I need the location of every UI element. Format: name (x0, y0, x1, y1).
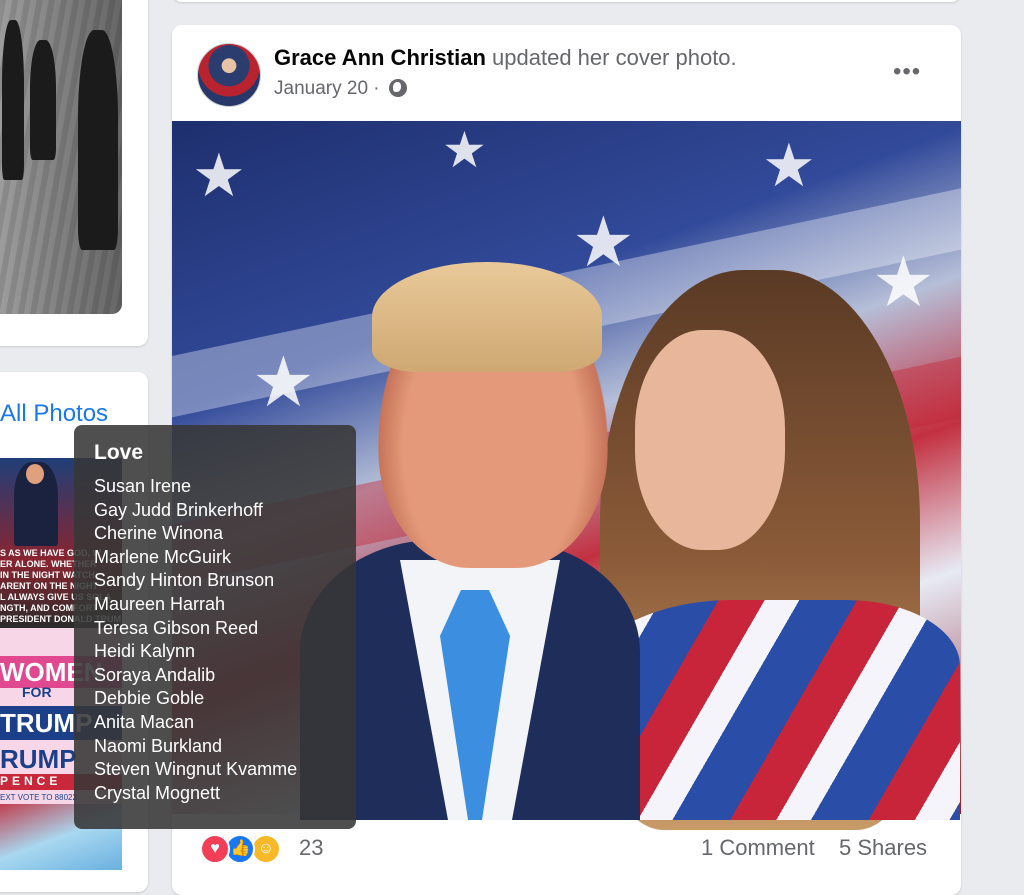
shares-count-link[interactable]: 5 Shares (839, 835, 927, 861)
thumb-trump2-text: RUMP (0, 744, 77, 774)
reactor-name: Soraya Andalib (94, 664, 216, 685)
reactor-name: Crystal Mognett (94, 782, 221, 803)
thumb-face (26, 464, 44, 484)
person-silhouette (30, 40, 56, 160)
reactions-tooltip: Love Susan Irene Gay Judd Brinkerhoff Ch… (74, 425, 356, 829)
flag-star: ★ (872, 243, 935, 321)
author-name-link[interactable]: Grace Ann Christian (274, 45, 486, 70)
reactor-name: Cherine Winona (94, 523, 224, 544)
reactor-name: Maureen Harrah (94, 593, 226, 614)
reactor-name: Teresa Gibson Reed (94, 617, 259, 638)
person-silhouette (78, 30, 118, 250)
post-date-link[interactable]: January 20 (274, 78, 368, 99)
person-silhouette (2, 20, 24, 180)
reactor-name: Susan Irene (94, 476, 192, 496)
comments-count-link[interactable]: 1 Comment (701, 835, 815, 861)
author-avatar[interactable] (197, 43, 261, 107)
photo-figure (372, 262, 602, 372)
reaction-count[interactable]: 23 (299, 835, 323, 861)
reactor-name: Naomi Burkland (94, 735, 223, 756)
flag-star: ★ (572, 203, 635, 281)
reactor-name: Steven Wingnut Kvamme (94, 759, 298, 780)
reactor-name: Heidi Kalynn (94, 641, 196, 662)
previous-post-card (172, 0, 961, 2)
globe-icon[interactable] (388, 79, 407, 97)
post-header: Grace Ann Christian updated her cover ph… (274, 45, 737, 71)
left-photo-image[interactable] (0, 0, 122, 314)
reaction-icons[interactable]: ♥ 👍 ☺ (200, 834, 281, 864)
love-icon[interactable]: ♥ (200, 834, 230, 864)
more-options-icon[interactable]: ••• (893, 60, 921, 84)
post-action-text: updated her cover photo. (492, 45, 737, 70)
reactor-list: Susan Irene Gay Judd Brinkerhoff Cherine… (94, 475, 356, 805)
reactor-name: Anita Macan (94, 711, 195, 732)
care-icon[interactable]: ☺ (250, 834, 281, 864)
see-all-photos-link[interactable]: All Photos (0, 400, 108, 428)
reactor-name: Marlene McGuirk (94, 546, 232, 567)
post-meta: January 20 · (274, 78, 407, 100)
reactor-name: Sandy Hinton Brunson (94, 570, 275, 591)
flag-star: ★ (252, 343, 315, 421)
meta-separator: · (373, 78, 380, 99)
photo-figure (635, 330, 785, 550)
reactor-name: Debbie Goble (94, 688, 205, 709)
tooltip-title: Love (94, 441, 144, 464)
flag-star: ★ (192, 142, 246, 209)
flag-star: ★ (442, 122, 487, 178)
reactor-name: Gay Judd Brinkerhoff (94, 499, 263, 520)
thumb-vote-text: EXT VOTE TO 88022 (0, 793, 77, 802)
thumb-for-text: FOR (22, 684, 52, 700)
flag-star: ★ (762, 132, 816, 199)
